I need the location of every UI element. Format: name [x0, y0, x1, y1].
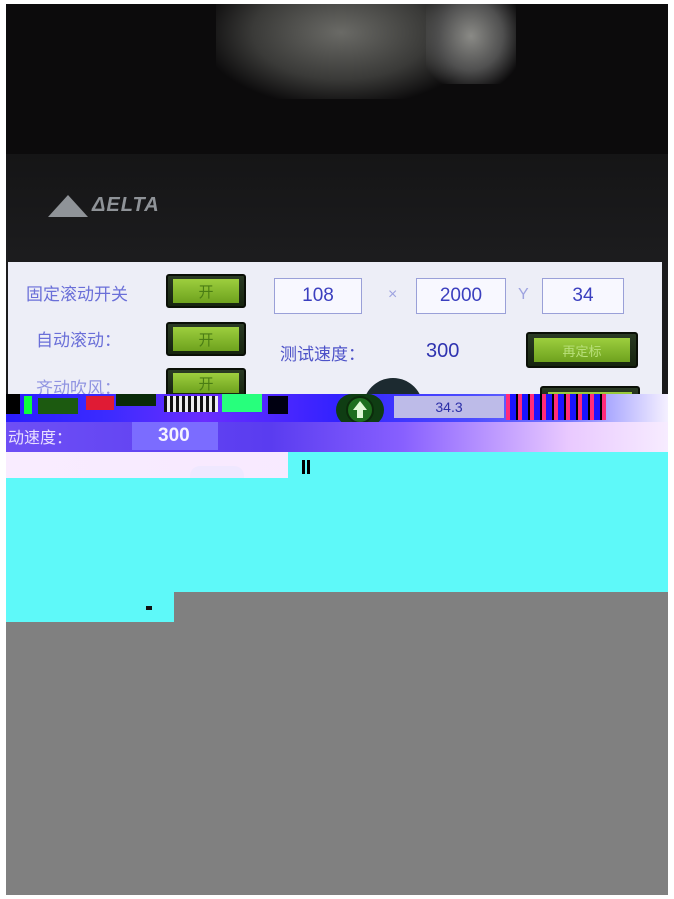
- fixed-scroll-switch-button[interactable]: 开: [166, 274, 246, 308]
- test-speed-label: 测试速度：: [280, 345, 365, 365]
- speed-field[interactable]: 300: [132, 422, 218, 450]
- photo-frame: ΔELTA 固定滚动开关 开 108 × 2000 Y 34 自动滚动： 开 测…: [6, 4, 668, 895]
- glitch-block: [38, 398, 78, 414]
- button-label: 开: [173, 373, 239, 393]
- reading-display: 34.3: [394, 396, 504, 418]
- x-axis-label: ×: [388, 286, 398, 303]
- glitch-block: [6, 394, 20, 414]
- brand-name: ΔELTA: [92, 194, 160, 216]
- recalibrate-button[interactable]: 再定标: [526, 332, 638, 368]
- glitch-block: [164, 396, 218, 412]
- glitch-block: [116, 394, 156, 406]
- glitch-block: [146, 606, 152, 610]
- glitch-block: [268, 396, 288, 414]
- glitch-block: [222, 394, 262, 412]
- button-label: 再定标: [534, 338, 630, 362]
- auto-scroll-label: 自动滚动：: [36, 331, 121, 351]
- button-label: 开: [173, 327, 239, 351]
- glitch-block: [86, 396, 114, 410]
- corrupted-band: 动速度： 300: [6, 422, 668, 452]
- z-value-field[interactable]: 2000: [416, 278, 506, 314]
- test-speed-value: 300: [426, 340, 460, 362]
- corrupted-region: [6, 622, 174, 895]
- y-axis-label: Y: [518, 286, 529, 303]
- y-value-field[interactable]: 34: [542, 278, 624, 314]
- hmi-screen: 固定滚动开关 开 108 × 2000 Y 34 自动滚动： 开 测试速度： 3…: [8, 262, 662, 412]
- speed-value: 300: [158, 425, 190, 446]
- glitch-block: [302, 460, 305, 474]
- glitch-block: [288, 452, 668, 478]
- x-value-field[interactable]: 108: [274, 278, 362, 314]
- auto-scroll-button[interactable]: 开: [166, 322, 246, 356]
- glitch-block: [506, 394, 606, 420]
- background-object: [426, 4, 516, 84]
- corrupted-region: [174, 592, 668, 895]
- button-label: 开: [173, 279, 239, 303]
- glitch-block: [307, 460, 310, 474]
- delta-logo: ΔELTA: [48, 194, 160, 217]
- corrupted-region: [6, 592, 174, 622]
- corrupted-region: [6, 478, 668, 592]
- fixed-scroll-switch-label: 固定滚动开关: [26, 285, 128, 305]
- glitch-block: [24, 396, 32, 414]
- speed-label: 动速度：: [8, 428, 73, 447]
- delta-logo-icon: [48, 194, 88, 217]
